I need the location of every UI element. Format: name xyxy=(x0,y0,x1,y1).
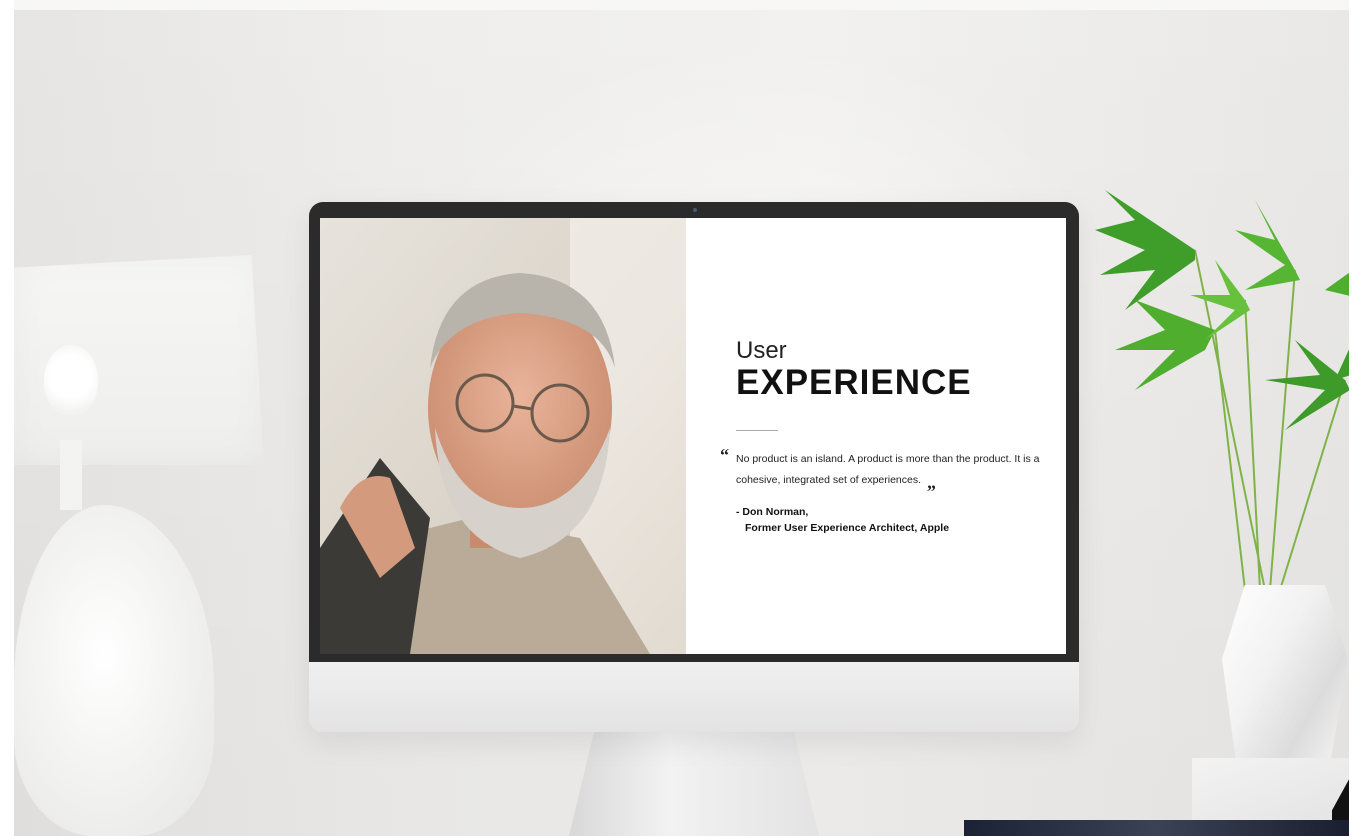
quote-open-mark: “ xyxy=(720,445,729,465)
author-title: Former User Experience Architect, Apple xyxy=(745,522,950,534)
portrait-photo xyxy=(320,218,686,654)
camera-icon xyxy=(693,208,697,212)
palm-plant xyxy=(1095,190,1367,591)
quote-author: - Don Norman, Former User Experience Arc… xyxy=(736,504,1056,536)
vase xyxy=(1222,585,1348,770)
quote-close-mark: „ xyxy=(927,472,937,492)
slide-text: User EXPERIENCE “ No product is an islan… xyxy=(720,337,1056,536)
photo-strip xyxy=(964,820,1349,836)
quote-text: No product is an island. A product is mo… xyxy=(736,453,1040,486)
desk-scene: User EXPERIENCE “ No product is an islan… xyxy=(0,0,1367,836)
left-edge xyxy=(0,0,14,836)
portrait-illustration xyxy=(320,218,686,654)
top-edge xyxy=(0,0,1367,10)
monitor-bezel: User EXPERIENCE “ No product is an islan… xyxy=(309,202,1079,662)
lamp-bulb xyxy=(44,345,98,415)
monitor: User EXPERIENCE “ No product is an islan… xyxy=(309,202,1079,732)
right-edge xyxy=(1349,0,1367,836)
quote-block: “ No product is an island. A product is … xyxy=(720,445,1056,492)
monitor-stand xyxy=(569,732,819,836)
divider xyxy=(736,430,778,431)
slide-heading-small: User xyxy=(736,337,787,364)
monitor-chin xyxy=(309,662,1079,732)
lamp-stem xyxy=(60,440,82,510)
monitor-screen: User EXPERIENCE “ No product is an islan… xyxy=(320,218,1066,654)
slide-heading-large: EXPERIENCE xyxy=(736,363,972,402)
author-name: - Don Norman, xyxy=(736,506,809,518)
